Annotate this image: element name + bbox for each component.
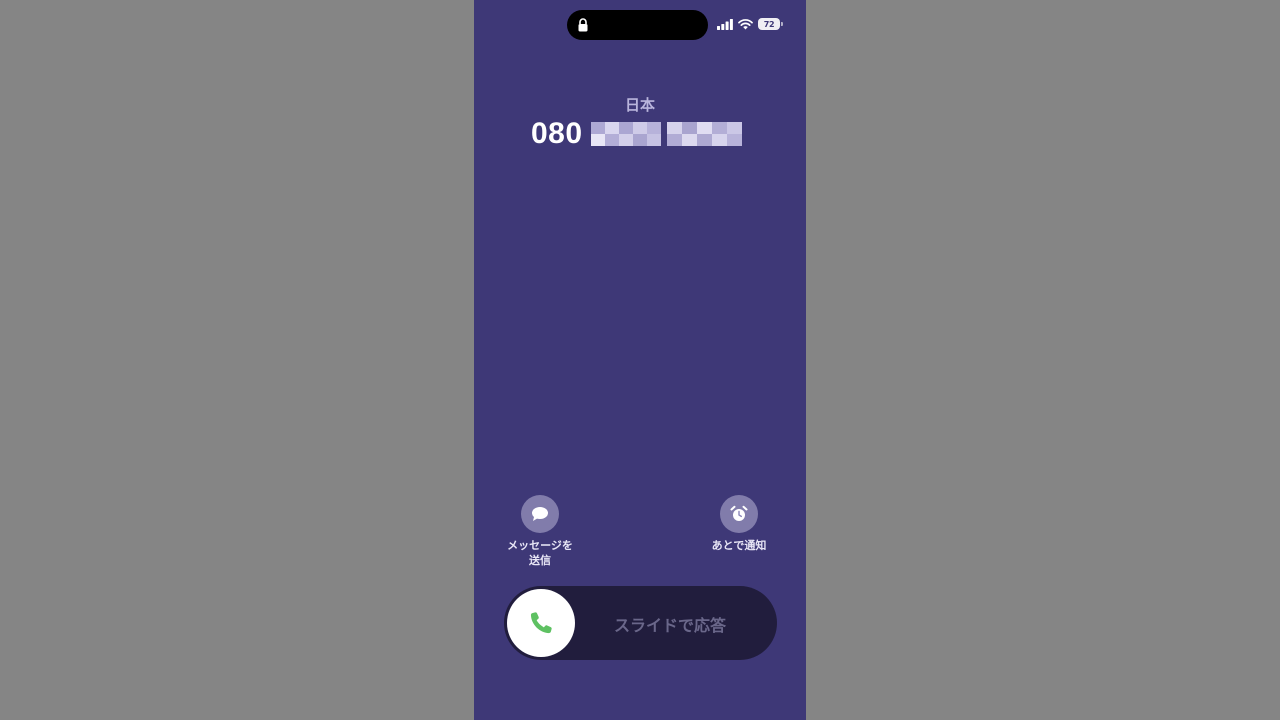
- remind-me-circle[interactable]: [720, 495, 758, 533]
- slide-to-answer[interactable]: スライドで応答: [504, 586, 777, 660]
- incoming-call-screen: 72 日本 080 メッセージを 送信 あとで通知 スライドで応答: [474, 0, 806, 720]
- status-bar-indicators: 72: [717, 17, 783, 31]
- dynamic-island: [567, 10, 708, 40]
- signal-icon: [717, 18, 733, 30]
- redacted-number-block: [590, 122, 661, 146]
- alarm-clock-icon: [730, 505, 748, 521]
- remind-me-label: あとで通知: [711, 539, 767, 552]
- slide-to-answer-label: スライドで応答: [613, 616, 726, 635]
- phone-icon: [530, 612, 552, 634]
- send-message-label: メッセージを 送信: [507, 539, 573, 567]
- battery-icon: 72: [758, 18, 783, 30]
- battery-level: 72: [763, 19, 775, 29]
- send-message-button[interactable]: メッセージを 送信: [495, 495, 585, 568]
- answer-call-knob[interactable]: [507, 589, 575, 657]
- wifi-icon: [738, 18, 753, 29]
- caller-location: 日本: [624, 96, 655, 114]
- caller-number-prefix: 080: [531, 117, 583, 150]
- send-message-circle[interactable]: [521, 495, 559, 533]
- caller-number: 080: [531, 116, 742, 152]
- lock-icon: [578, 18, 588, 32]
- redacted-number-block: [666, 122, 742, 146]
- remind-me-button[interactable]: あとで通知: [694, 495, 784, 553]
- message-bubble-icon: [532, 507, 548, 521]
